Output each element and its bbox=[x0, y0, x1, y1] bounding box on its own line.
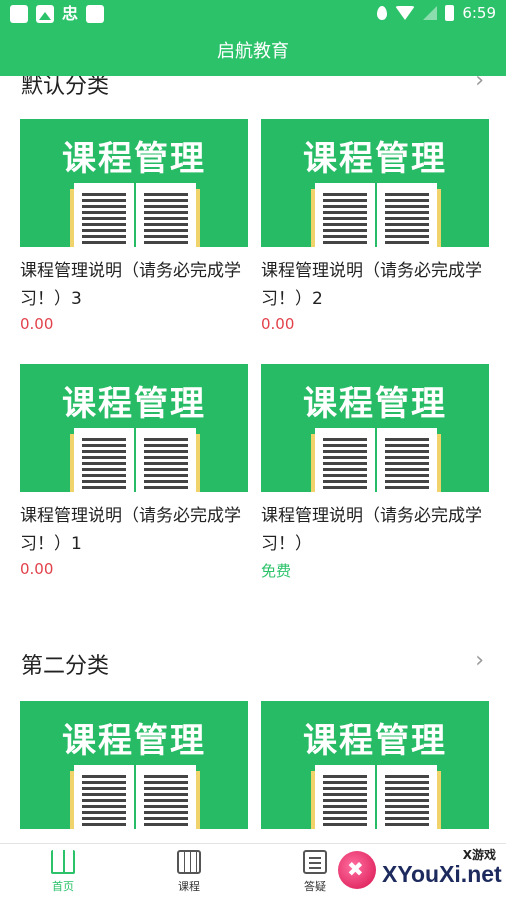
battery-icon bbox=[445, 5, 455, 21]
course-card[interactable]: 课程管理 课程管理说明（请务必完成学习！） 免费 bbox=[261, 364, 489, 581]
nav-home[interactable]: 首页 bbox=[18, 850, 108, 894]
course-thumbnail: 课程管理 bbox=[261, 119, 489, 247]
book-icon bbox=[70, 183, 200, 247]
book-open-icon bbox=[51, 850, 75, 874]
status-time: 6:59 bbox=[462, 4, 496, 22]
course-thumbnail: 课程管理 bbox=[20, 364, 248, 492]
notification-icon bbox=[10, 5, 28, 23]
book-icon bbox=[311, 183, 441, 247]
page-title: 启航教育 bbox=[217, 41, 289, 62]
nav-label: 首页 bbox=[52, 880, 74, 893]
course-price: 0.00 bbox=[20, 315, 54, 333]
signal-icon bbox=[423, 6, 438, 20]
thumbnail-title: 课程管理 bbox=[62, 721, 206, 761]
status-bar: 忠 6:59 bbox=[0, 0, 506, 28]
course-thumbnail: 课程管理 bbox=[20, 701, 248, 829]
qa-icon bbox=[303, 850, 327, 874]
course-list[interactable]: 默认分类 › 课程管理 课程管理说明（请务必完成学习！）3 0.00 课程管理 … bbox=[0, 76, 506, 843]
chevron-right-icon[interactable]: › bbox=[475, 76, 484, 93]
book-icon bbox=[311, 765, 441, 829]
course-name: 课程管理说明（请务必完成学习！）1 bbox=[20, 506, 241, 554]
section-title: 第二分类 bbox=[21, 654, 110, 679]
section-title: 默认分类 bbox=[21, 76, 110, 99]
app-header: 启航教育 bbox=[0, 28, 506, 76]
course-price-free: 免费 bbox=[261, 562, 292, 580]
location-icon bbox=[377, 6, 388, 20]
course-card[interactable]: 课程管理 bbox=[20, 701, 248, 829]
book-icon bbox=[70, 765, 200, 829]
course-name: 课程管理说明（请务必完成学习！）2 bbox=[261, 261, 482, 309]
nav-courses[interactable]: 课程 bbox=[144, 850, 234, 894]
watermark-main-text: XYouXi.net bbox=[382, 861, 502, 887]
thumbnail-title: 课程管理 bbox=[303, 721, 447, 761]
course-thumbnail: 课程管理 bbox=[20, 119, 248, 247]
nav-label: 课程 bbox=[178, 880, 200, 893]
course-card[interactable]: 课程管理 课程管理说明（请务必完成学习！）2 0.00 bbox=[261, 119, 489, 333]
thumbnail-title: 课程管理 bbox=[303, 384, 447, 424]
thumbnail-title: 课程管理 bbox=[303, 139, 447, 179]
course-name: 课程管理说明（请务必完成学习！） bbox=[261, 506, 482, 554]
image-notification-icon bbox=[36, 5, 54, 23]
course-card[interactable]: 课程管理 bbox=[261, 701, 489, 829]
course-card[interactable]: 课程管理 课程管理说明（请务必完成学习！）1 0.00 bbox=[20, 364, 248, 578]
thumbnail-title: 课程管理 bbox=[62, 384, 206, 424]
book-icon bbox=[70, 428, 200, 492]
book-icon bbox=[311, 428, 441, 492]
course-thumbnail: 课程管理 bbox=[261, 701, 489, 829]
watermark-logo-icon bbox=[338, 851, 376, 889]
wifi-icon bbox=[395, 6, 416, 20]
watermark: X游戏 XYouXi.net bbox=[336, 843, 506, 900]
thumbnail-title: 课程管理 bbox=[62, 139, 206, 179]
notification-icon-2 bbox=[86, 5, 105, 23]
calendar-icon bbox=[177, 850, 201, 874]
course-name: 课程管理说明（请务必完成学习！）3 bbox=[20, 261, 241, 309]
course-card[interactable]: 课程管理 课程管理说明（请务必完成学习！）3 0.00 bbox=[20, 119, 248, 333]
app-notification-glyph: 忠 bbox=[62, 4, 79, 23]
course-price: 0.00 bbox=[20, 560, 54, 578]
course-thumbnail: 课程管理 bbox=[261, 364, 489, 492]
chevron-right-icon[interactable]: › bbox=[475, 648, 484, 673]
course-price: 0.00 bbox=[261, 315, 295, 333]
